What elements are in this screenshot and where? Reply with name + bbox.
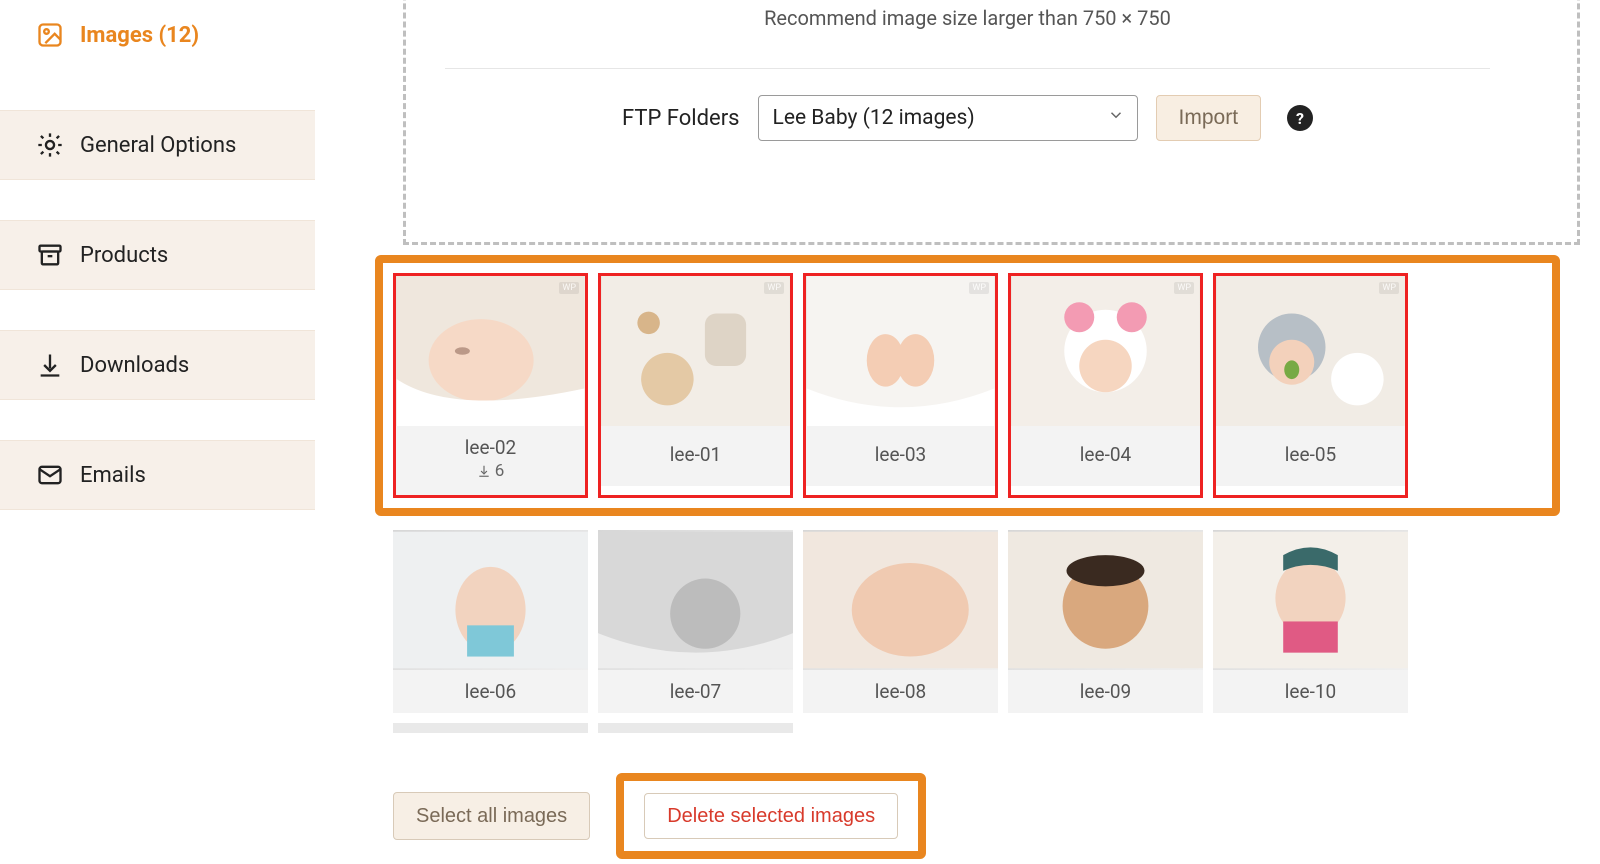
image-thumb[interactable]: lee-07 bbox=[598, 530, 793, 713]
image-name: lee-08 bbox=[875, 680, 926, 703]
image-name: lee-02 bbox=[465, 436, 516, 459]
image-name: lee-04 bbox=[1080, 443, 1131, 466]
image-thumb[interactable]: WP lee-04 bbox=[1008, 273, 1203, 498]
image-thumb[interactable]: lee-08 bbox=[803, 530, 998, 713]
ftp-folders-label: FTP Folders bbox=[622, 106, 740, 131]
sidebar-item-emails[interactable]: Emails bbox=[0, 440, 315, 510]
main-content: Recommend image size larger than 750 × 7… bbox=[315, 0, 1600, 864]
image-name: lee-05 bbox=[1285, 443, 1336, 466]
image-name: lee-07 bbox=[670, 680, 721, 703]
download-count: 6 bbox=[477, 461, 505, 481]
sidebar-item-label: Downloads bbox=[80, 353, 189, 378]
sidebar-item-images[interactable]: Images (12) bbox=[0, 0, 315, 70]
ftp-folders-select[interactable]: Lee Baby (12 images) bbox=[758, 95, 1138, 141]
image-thumb-partial[interactable] bbox=[393, 723, 588, 733]
image-name: lee-03 bbox=[875, 443, 926, 466]
download-icon bbox=[36, 351, 64, 379]
sidebar-item-general-options[interactable]: General Options bbox=[0, 110, 315, 180]
image-name: lee-06 bbox=[465, 680, 516, 703]
help-icon[interactable]: ? bbox=[1287, 105, 1313, 131]
sidebar-item-products[interactable]: Products bbox=[0, 220, 315, 290]
chevron-down-icon bbox=[1107, 106, 1125, 130]
sidebar-item-label: Images (12) bbox=[80, 23, 199, 48]
sidebar-item-label: Emails bbox=[80, 463, 146, 488]
image-thumb[interactable]: lee-06 bbox=[393, 530, 588, 713]
watermark: WP bbox=[559, 282, 579, 294]
image-thumb[interactable]: WP lee-02 6 bbox=[393, 273, 588, 498]
delete-selected-images-button[interactable]: Delete selected images bbox=[644, 793, 898, 839]
ftp-folders-selected: Lee Baby (12 images) bbox=[773, 106, 975, 130]
upload-dropzone[interactable]: Recommend image size larger than 750 × 7… bbox=[375, 0, 1560, 245]
gallery: WP lee-02 6 WP l bbox=[375, 255, 1560, 733]
upload-recommend-text: Recommend image size larger than 750 × 7… bbox=[375, 0, 1560, 30]
gallery-actions: Select all images Delete selected images bbox=[375, 773, 1560, 859]
image-thumb[interactable]: lee-10 bbox=[1213, 530, 1408, 713]
sidebar: Images (12) General Options Products Dow… bbox=[0, 0, 315, 864]
watermark: WP bbox=[1174, 282, 1194, 294]
image-thumb[interactable]: WP lee-01 bbox=[598, 273, 793, 498]
import-button[interactable]: Import bbox=[1156, 95, 1262, 141]
images-row-partial bbox=[375, 723, 1560, 733]
image-thumb[interactable]: WP lee-03 bbox=[803, 273, 998, 498]
archive-icon bbox=[36, 241, 64, 269]
images-row: lee-06 lee-07 lee-08 lee-09 lee-10 bbox=[375, 530, 1560, 713]
image-thumb[interactable]: WP lee-05 bbox=[1213, 273, 1408, 498]
watermark: WP bbox=[1379, 282, 1399, 294]
watermark: WP bbox=[764, 282, 784, 294]
sidebar-item-label: General Options bbox=[80, 133, 236, 158]
image-name: lee-01 bbox=[670, 443, 721, 466]
mail-icon bbox=[36, 461, 64, 489]
select-all-images-button[interactable]: Select all images bbox=[393, 792, 590, 840]
image-thumb-partial[interactable] bbox=[598, 723, 793, 733]
image-name: lee-10 bbox=[1285, 680, 1336, 703]
sidebar-item-downloads[interactable]: Downloads bbox=[0, 330, 315, 400]
image-name: lee-09 bbox=[1080, 680, 1131, 703]
image-thumb[interactable]: lee-09 bbox=[1008, 530, 1203, 713]
delete-highlight: Delete selected images bbox=[616, 773, 926, 859]
selected-images-row: WP lee-02 6 WP l bbox=[375, 255, 1560, 516]
sidebar-item-label: Products bbox=[80, 243, 168, 268]
gear-icon bbox=[36, 131, 64, 159]
watermark: WP bbox=[969, 282, 989, 294]
image-icon bbox=[36, 21, 64, 49]
